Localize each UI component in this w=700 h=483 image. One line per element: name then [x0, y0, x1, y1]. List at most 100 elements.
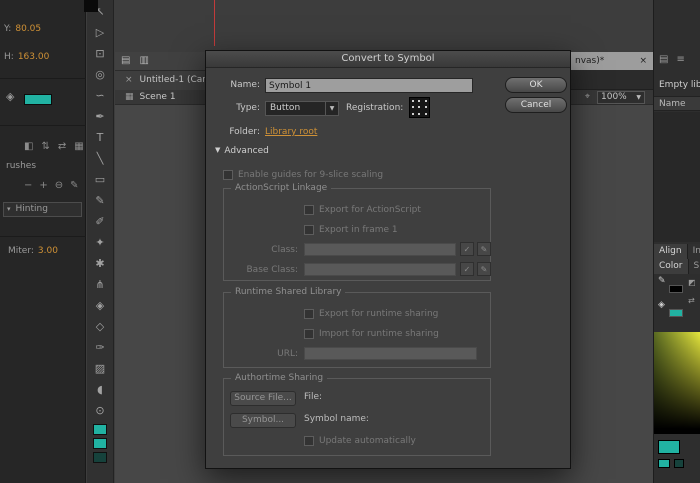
registration-dot[interactable] — [425, 100, 427, 102]
ok-button[interactable]: OK — [505, 77, 567, 93]
free-transform-tool-icon[interactable]: ⊡ — [90, 43, 111, 64]
pen-tool-icon[interactable]: ✒ — [90, 106, 111, 127]
swatch-teal[interactable] — [658, 459, 670, 468]
tab-align[interactable]: Align — [654, 244, 688, 259]
authortime-sharing-group: Authortime Sharing Source File... File: … — [223, 378, 491, 456]
remove-icon[interactable]: ⊖ — [55, 180, 63, 191]
color-picker-gradient[interactable] — [654, 332, 700, 434]
cancel-button[interactable]: Cancel — [505, 97, 567, 113]
stroke-pencil-icon[interactable]: ✎ — [658, 276, 666, 286]
bone-tool-icon[interactable]: ⋔ — [90, 274, 111, 295]
symbol-button: Symbol... — [230, 413, 296, 428]
black-white-icon[interactable]: ◩ — [688, 278, 696, 287]
registration-grid[interactable] — [409, 97, 430, 118]
url-input — [304, 347, 477, 360]
collapse-arrow-icon: ▼ — [215, 146, 220, 154]
export-in-frame1-label: Export in frame 1 — [319, 225, 398, 235]
line-tool-icon[interactable]: ╲ — [90, 148, 111, 169]
spray-brush-tool-icon[interactable]: ✦ — [90, 232, 111, 253]
folder-label: Folder: — [210, 127, 260, 137]
registration-dot[interactable] — [418, 106, 420, 108]
swatch-dark-teal[interactable] — [93, 452, 107, 463]
registration-dot[interactable] — [412, 106, 414, 108]
stroke-options-row: ◧ ⇅ ⇄ ▦ — [24, 141, 84, 152]
plus-icon[interactable]: + — [39, 180, 47, 191]
advanced-toggle[interactable]: ▼Advanced — [215, 146, 269, 156]
folder-link[interactable]: Library root — [265, 127, 317, 137]
output-panel-icon[interactable]: ▥ — [139, 55, 148, 66]
tab-label: nvas)* — [575, 56, 604, 66]
fill-color-swatch[interactable] — [24, 94, 52, 105]
y-value[interactable]: 80.05 — [15, 24, 41, 34]
registration-dot[interactable] — [425, 113, 427, 115]
text-tool-icon[interactable]: T — [90, 127, 111, 148]
subselection-tool-icon[interactable]: ▷ — [90, 22, 111, 43]
symbol-name-input[interactable] — [265, 78, 473, 93]
close-icon[interactable]: × — [639, 56, 647, 66]
fill-bucket-icon[interactable]: ◈ — [658, 300, 665, 310]
registration-dot[interactable] — [412, 100, 414, 102]
h-value[interactable]: 163.00 — [18, 52, 50, 62]
type-label: Type: — [210, 103, 260, 113]
hand-tool-icon[interactable]: ◖ — [90, 379, 111, 400]
registration-dot[interactable] — [418, 113, 420, 115]
cap-style-icon[interactable]: ◧ — [24, 141, 33, 152]
registration-dot[interactable] — [418, 100, 420, 102]
scene-label[interactable]: Scene 1 — [140, 92, 176, 102]
miter-value[interactable]: 3.00 — [38, 246, 58, 256]
dialog-title-bar[interactable]: Convert to Symbol — [206, 51, 570, 68]
tab-color[interactable]: Color — [654, 259, 689, 274]
document-list-icon[interactable]: ▤ — [659, 54, 668, 65]
eraser-tool-icon[interactable]: ▨ — [90, 358, 111, 379]
right-dock: ▤ ≡ Empty libra Name Align In Color S ✎ … — [653, 0, 700, 483]
stroke-color-swatch[interactable] — [93, 424, 107, 435]
tab-swatches[interactable]: S — [689, 259, 700, 274]
deco-tool-icon[interactable]: ✱ — [90, 253, 111, 274]
name-label: Name: — [210, 80, 260, 90]
library-list[interactable] — [654, 112, 700, 242]
base-class-input — [304, 263, 456, 276]
document-tab-fragment[interactable]: nvas)* × — [569, 52, 653, 70]
scale-vertical-icon[interactable]: ⇅ — [41, 141, 49, 152]
base-class-label: Base Class: — [224, 265, 298, 275]
rectangle-tool-icon[interactable]: ▭ — [90, 169, 111, 190]
minus-icon[interactable]: − — [24, 180, 32, 191]
brush-tool-icon[interactable]: ✐ — [90, 211, 111, 232]
stroke-color-swatch[interactable] — [669, 285, 683, 293]
registration-dot[interactable] — [425, 106, 427, 108]
lasso-tool-icon[interactable]: ∽ — [90, 85, 111, 106]
library-name-header[interactable]: Name — [654, 96, 700, 111]
fill-color-swatch[interactable] — [669, 309, 683, 317]
panel-menu-icon[interactable]: ≡ — [676, 54, 684, 65]
center-frame-icon[interactable]: ⌖ — [585, 90, 590, 104]
paint-bucket-icon: ◈ — [6, 90, 14, 103]
swatch-dark[interactable] — [674, 459, 684, 468]
type-dropdown[interactable]: Button ▼ — [265, 101, 339, 116]
hinting-dropdown[interactable]: ▾Hinting — [3, 202, 82, 217]
zoom-dropdown[interactable]: 100% ▼ — [597, 91, 645, 104]
close-icon[interactable]: × — [125, 75, 133, 85]
eyedropper-tool-icon[interactable]: ✑ — [90, 337, 111, 358]
dropdown-arrow-icon: ▼ — [325, 102, 338, 115]
3d-rotation-tool-icon[interactable]: ◎ — [90, 64, 111, 85]
timeline-playhead-line[interactable] — [214, 0, 215, 46]
divider — [0, 125, 86, 126]
swap-colors-icon[interactable]: ⇄ — [688, 296, 695, 305]
registration-dot[interactable] — [412, 113, 414, 115]
paint-bucket-tool-icon[interactable]: ◈ — [90, 295, 111, 316]
dropdown-arrow-icon: ▼ — [636, 92, 641, 103]
black-swatch — [84, 0, 98, 12]
tab-info[interactable]: In — [688, 244, 700, 259]
grid-icon[interactable]: ▦ — [74, 141, 83, 152]
brush-ops-row: − + ⊖ ✎ — [24, 180, 79, 191]
scale-horizontal-icon[interactable]: ⇄ — [58, 141, 66, 152]
pencil-tool-icon[interactable]: ✎ — [90, 190, 111, 211]
timeline-panel-icon[interactable]: ▤ — [121, 55, 130, 66]
fill-color-swatch[interactable] — [93, 438, 107, 449]
export-for-actionscript-checkbox — [304, 205, 314, 215]
current-color-swatch[interactable] — [658, 440, 680, 454]
ink-bottle-tool-icon[interactable]: ◇ — [90, 316, 111, 337]
edit-brush-icon[interactable]: ✎ — [70, 180, 78, 191]
color-tab-row: Color S — [654, 259, 700, 274]
zoom-tool-icon[interactable]: ⊙ — [90, 400, 111, 421]
